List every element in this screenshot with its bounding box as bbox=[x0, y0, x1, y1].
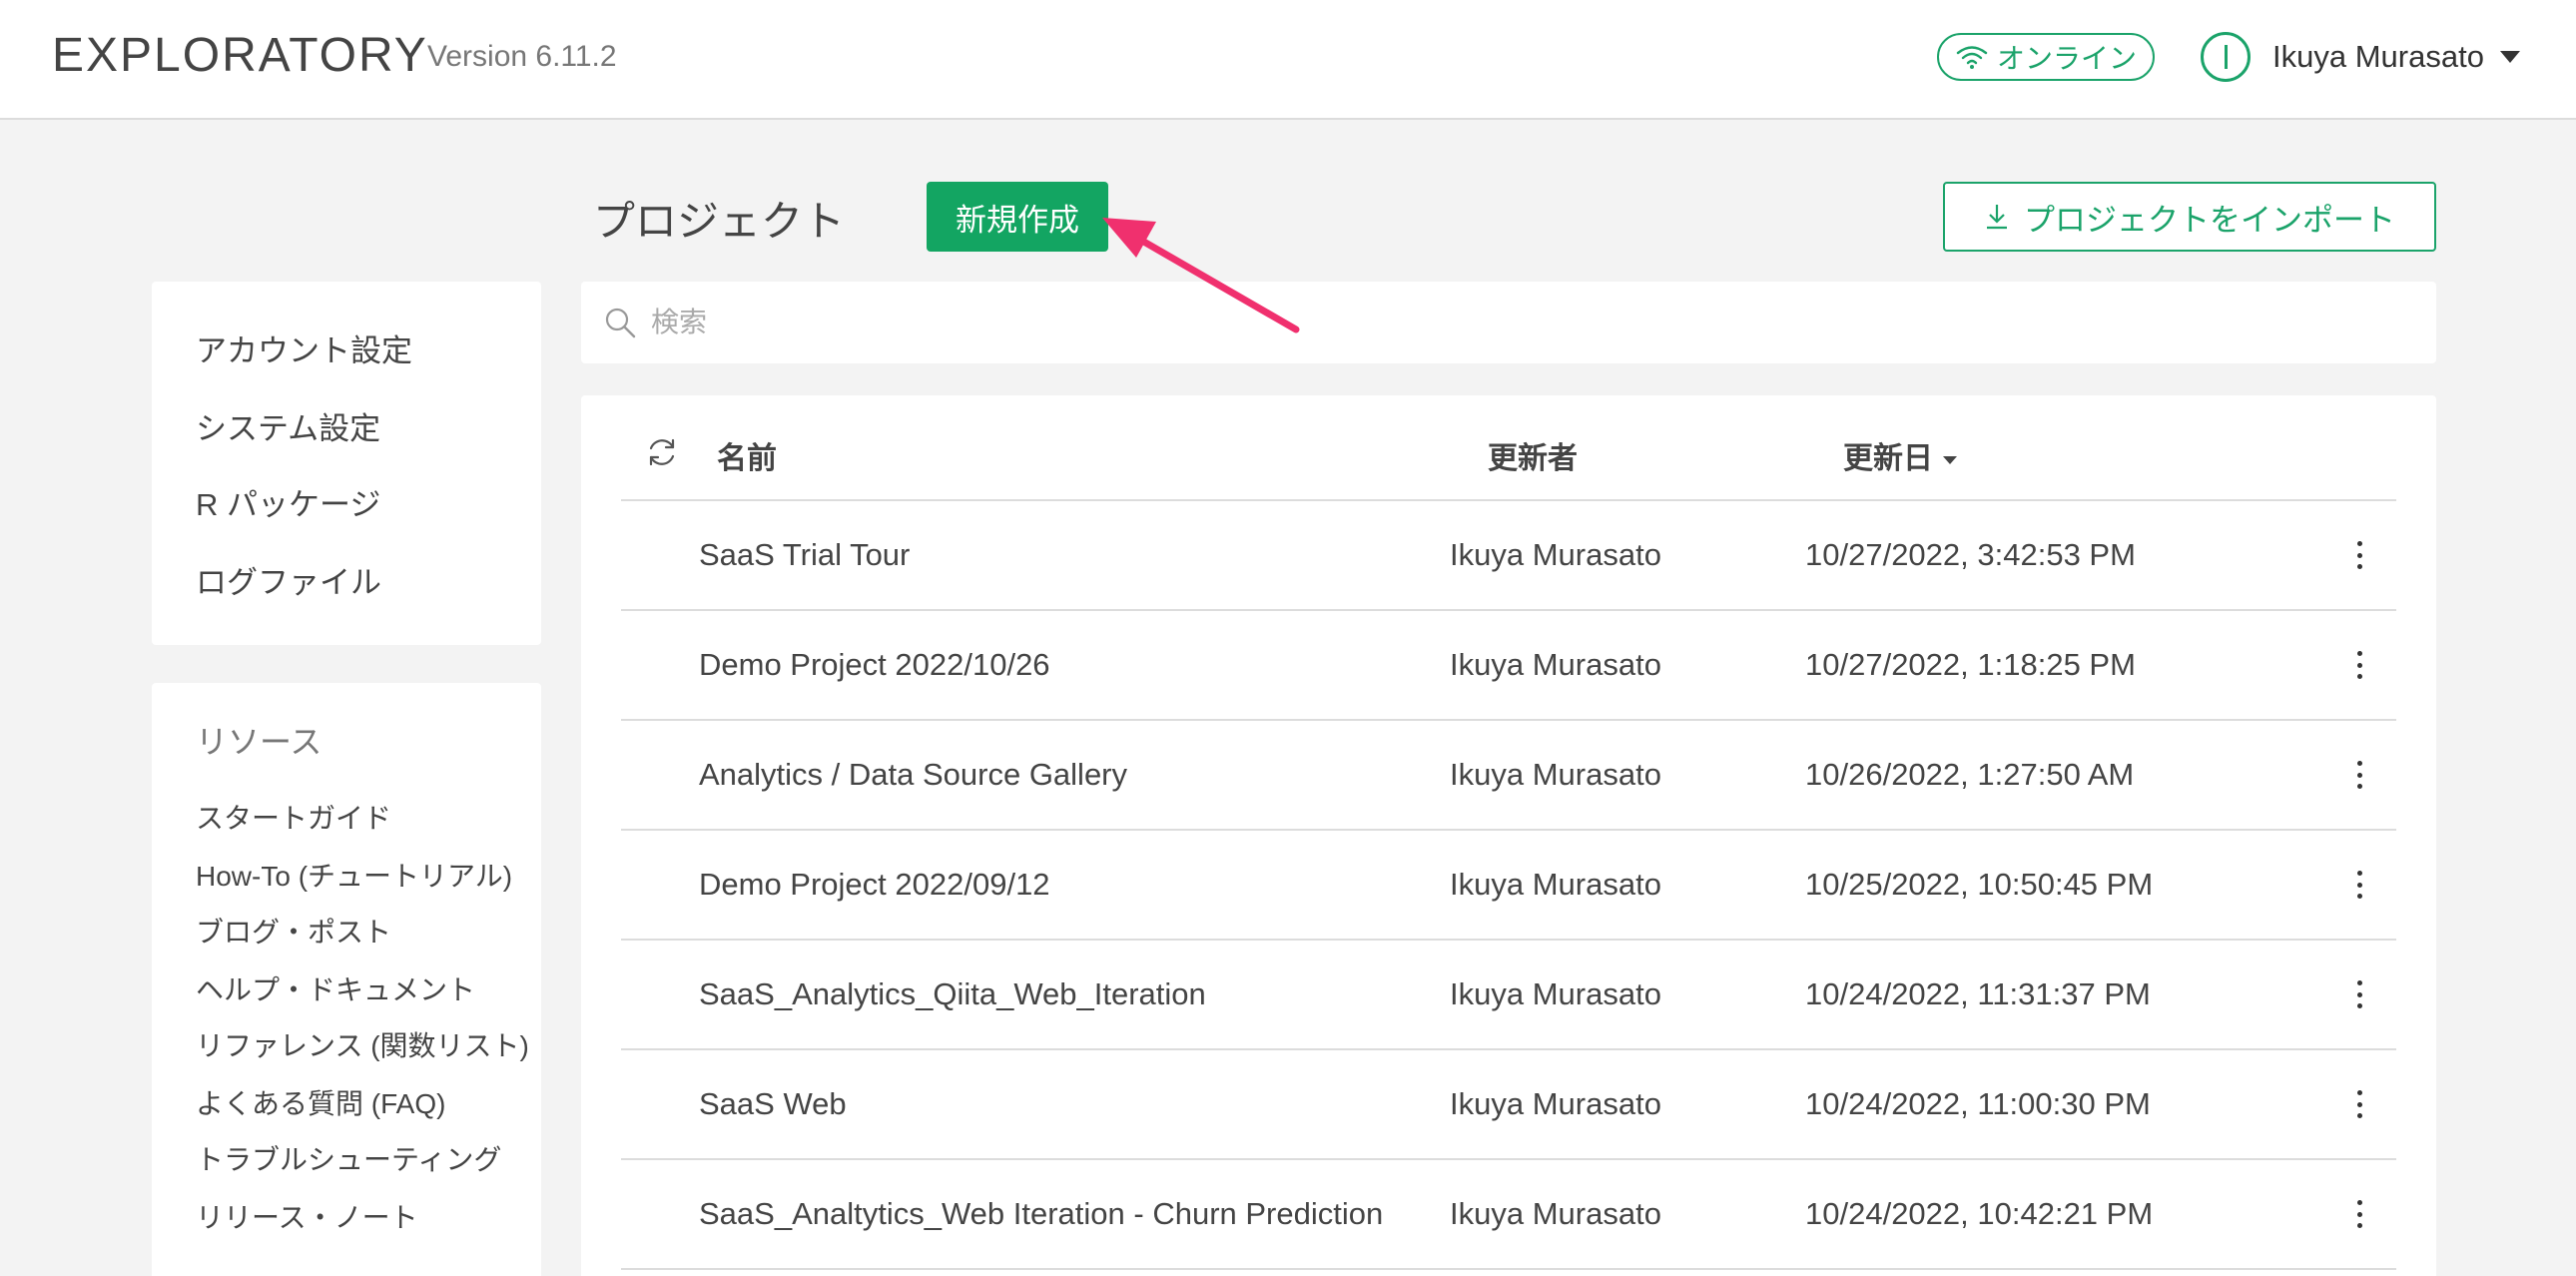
refresh-icon[interactable] bbox=[645, 435, 679, 469]
table-row[interactable]: SaaS_Analytics_Qiita_Web_Iteration Ikuya… bbox=[621, 941, 2396, 1050]
table-row[interactable]: Analytics / Data Source Gallery Ikuya Mu… bbox=[621, 721, 2396, 831]
project-updater: Ikuya Murasato bbox=[1450, 647, 1661, 682]
project-updated-date: 10/24/2022, 11:00:30 PM bbox=[1805, 1086, 2151, 1121]
sidebar-item-account-settings[interactable]: アカウント設定 bbox=[196, 325, 412, 370]
table-row[interactable]: Demo Project 2022/10/26 Ikuya Murasato 1… bbox=[621, 611, 2396, 721]
column-header-updated[interactable]: 更新日 bbox=[1843, 433, 1957, 477]
search-input[interactable] bbox=[651, 282, 2408, 363]
user-name: Ikuya Murasato bbox=[2272, 39, 2484, 74]
project-name[interactable]: Demo Project 2022/10/26 bbox=[699, 647, 1050, 683]
app-version: Version 6.11.2 bbox=[427, 40, 617, 73]
online-status-label: オンライン bbox=[1996, 43, 2137, 74]
chevron-down-icon bbox=[2499, 51, 2520, 63]
table-row[interactable]: SaaS Trial Tour Ikuya Murasato 10/27/202… bbox=[621, 501, 2396, 611]
import-project-button[interactable]: プロジェクトをインポート bbox=[1943, 182, 2436, 252]
resource-link-reference[interactable]: リファレンス (関数リスト) bbox=[196, 1024, 529, 1064]
project-updated-date: 10/26/2022, 1:27:50 AM bbox=[1805, 757, 2135, 792]
project-name[interactable]: SaaS Trial Tour bbox=[699, 537, 910, 573]
user-menu[interactable]: Ikuya Murasato bbox=[2201, 32, 2520, 82]
project-name[interactable]: SaaS Web bbox=[699, 1086, 847, 1122]
project-updated-date: 10/24/2022, 10:42:21 PM bbox=[1805, 1196, 2154, 1231]
project-updater: Ikuya Murasato bbox=[1450, 537, 1661, 572]
project-updated-date: 10/27/2022, 1:18:25 PM bbox=[1805, 647, 2136, 682]
online-status-badge[interactable]: オンライン bbox=[1937, 33, 2155, 81]
app-header: EXPLORATORY Version 6.11.2 オンライン Ikuya M… bbox=[0, 0, 2576, 120]
resources-menu: リソース スタートガイド How-To (チュートリアル) ブログ・ポスト ヘル… bbox=[152, 683, 541, 1276]
project-updater: Ikuya Murasato bbox=[1450, 867, 1661, 902]
resource-link-blog[interactable]: ブログ・ポスト bbox=[196, 911, 391, 951]
more-options-icon[interactable] bbox=[2354, 1086, 2364, 1122]
column-header-updated-label: 更新日 bbox=[1843, 442, 1933, 475]
table-row[interactable]: SaaS Web Ikuya Murasato 10/24/2022, 11:0… bbox=[621, 1050, 2396, 1160]
more-options-icon[interactable] bbox=[2354, 537, 2364, 573]
project-updated-date: 10/24/2022, 11:31:37 PM bbox=[1805, 976, 2151, 1011]
user-avatar-icon bbox=[2201, 32, 2251, 82]
column-header-updater[interactable]: 更新者 bbox=[1488, 433, 1578, 477]
column-header-name[interactable]: 名前 bbox=[717, 433, 777, 477]
download-icon bbox=[1987, 205, 2007, 230]
project-updater: Ikuya Murasato bbox=[1450, 1196, 1661, 1231]
more-options-icon[interactable] bbox=[2354, 867, 2364, 903]
table-row[interactable]: SaaS_Analtytics_Web Iteration - Churn Pr… bbox=[621, 1160, 2396, 1270]
resource-link-troubleshooting[interactable]: トラブルシューティング bbox=[196, 1138, 501, 1178]
more-options-icon[interactable] bbox=[2354, 976, 2364, 1012]
search-bar bbox=[581, 282, 2436, 363]
projects-table: 名前 更新者 更新日 SaaS Trial Tour Ikuya Murasat… bbox=[581, 395, 2436, 1276]
project-updated-date: 10/25/2022, 10:50:45 PM bbox=[1805, 867, 2154, 902]
resource-link-how-to[interactable]: How-To (チュートリアル) bbox=[196, 855, 512, 895]
project-updater: Ikuya Murasato bbox=[1450, 976, 1661, 1011]
project-name[interactable]: Analytics / Data Source Gallery bbox=[699, 757, 1127, 793]
sidebar-item-system-settings[interactable]: システム設定 bbox=[196, 403, 380, 448]
resources-title: リソース bbox=[196, 724, 322, 760]
sidebar-item-log-files[interactable]: ログファイル bbox=[196, 557, 381, 602]
resource-link-start-guide[interactable]: スタートガイド bbox=[196, 797, 391, 837]
settings-menu: アカウント設定 システム設定 R パッケージ ログファイル bbox=[152, 282, 541, 645]
page-title: プロジェクト bbox=[593, 198, 846, 245]
more-options-icon[interactable] bbox=[2354, 647, 2364, 683]
sort-desc-icon bbox=[1943, 456, 1957, 465]
import-project-label: プロジェクトをインポート bbox=[2024, 202, 2395, 238]
annotation-arrow bbox=[1102, 218, 1300, 333]
more-options-icon[interactable] bbox=[2354, 1196, 2364, 1232]
resource-link-faq[interactable]: よくある質問 (FAQ) bbox=[196, 1082, 445, 1122]
project-name[interactable]: SaaS_Analtytics_Web Iteration - Churn Pr… bbox=[699, 1196, 1383, 1232]
resource-link-release-notes[interactable]: リリース・ノート bbox=[196, 1196, 418, 1236]
project-name[interactable]: SaaS_Analytics_Qiita_Web_Iteration bbox=[699, 976, 1206, 1012]
project-updated-date: 10/27/2022, 3:42:53 PM bbox=[1805, 537, 2136, 572]
sidebar-item-r-packages[interactable]: R パッケージ bbox=[196, 479, 380, 524]
project-updater: Ikuya Murasato bbox=[1450, 757, 1661, 792]
wifi-icon bbox=[1956, 46, 1988, 69]
table-row[interactable]: Demo Project 2022/09/12 Ikuya Murasato 1… bbox=[621, 831, 2396, 941]
more-options-icon[interactable] bbox=[2354, 757, 2364, 793]
search-icon bbox=[605, 308, 636, 338]
project-name[interactable]: Demo Project 2022/09/12 bbox=[699, 867, 1050, 903]
app-logo[interactable]: EXPLORATORY bbox=[52, 28, 428, 83]
project-updater: Ikuya Murasato bbox=[1450, 1086, 1661, 1121]
resource-link-help-docs[interactable]: ヘルプ・ドキュメント bbox=[196, 968, 475, 1008]
